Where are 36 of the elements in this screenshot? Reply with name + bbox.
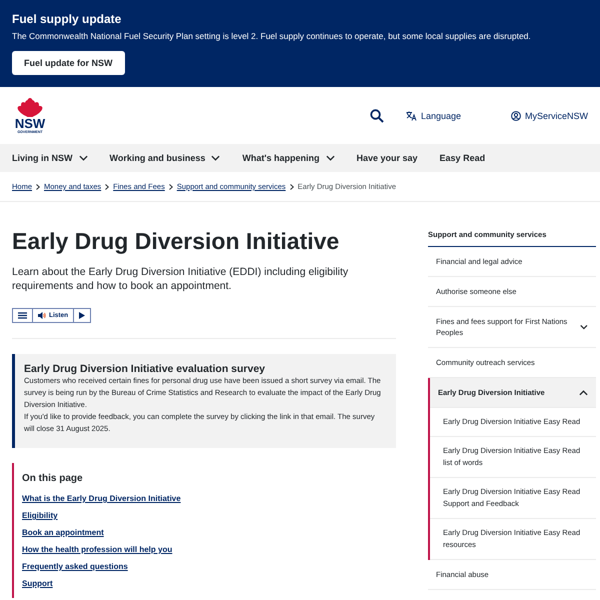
- logo-text: NSW: [14, 117, 46, 130]
- chevron-right-icon: [290, 184, 294, 190]
- account-link[interactable]: MyServiceNSW: [510, 110, 588, 120]
- anchor-link[interactable]: Frequently asked questions: [22, 562, 128, 571]
- anchor-link[interactable]: What is the Early Drug Diversion Initiative: [22, 494, 181, 503]
- anchor-link[interactable]: How the health profession will help you: [22, 545, 172, 554]
- chevron-icon: [78, 155, 88, 161]
- chevron-icon: [211, 155, 220, 161]
- anchor-link[interactable]: Eligibility: [22, 511, 58, 520]
- nav-item[interactable]: Working and business: [110, 153, 220, 163]
- nav-item[interactable]: Living in NSW: [12, 153, 88, 163]
- on-this-page-title: On this page: [22, 473, 84, 484]
- speaker-icon: [38, 312, 46, 319]
- intro-text: Learn about the Early Drug Diversion Initiative (EDDI) including eligibility requirements and how to book an appointment.: [12, 265, 350, 293]
- language-link[interactable]: Language: [406, 110, 461, 120]
- search-icon[interactable]: [370, 108, 384, 122]
- play-icon: [79, 312, 86, 319]
- chevron-icon: [326, 155, 334, 161]
- fuel-update-button[interactable]: Fuel update for NSW: [12, 51, 124, 75]
- nav-item[interactable]: Easy Read: [440, 153, 486, 163]
- translate-icon: [406, 110, 417, 120]
- user-icon: [510, 110, 521, 120]
- alert-title: Fuel supply update: [12, 12, 122, 26]
- chevron-icon: [580, 324, 588, 330]
- anchor-link[interactable]: Book an appointment: [22, 528, 104, 537]
- chevron-right-icon: [168, 184, 173, 190]
- menu-icon: [18, 312, 27, 319]
- anchor-link[interactable]: Support: [22, 579, 53, 588]
- chevron-icon: [579, 390, 588, 396]
- alert-text: The Commonwealth National Fuel Security Plan setting is level 2. Fuel supply continues to operate, but some local supplies are disrupted.: [12, 31, 532, 41]
- nav-item[interactable]: Have your say: [356, 153, 418, 163]
- page-title: Early Drug Diversion Initiative: [12, 228, 340, 255]
- notice-title: Early Drug Diversion Initiative evaluation survey: [24, 363, 266, 375]
- chevron-right-icon: [36, 184, 40, 190]
- chevron-right-icon: [105, 184, 110, 190]
- nav-item[interactable]: What's happening: [242, 153, 334, 163]
